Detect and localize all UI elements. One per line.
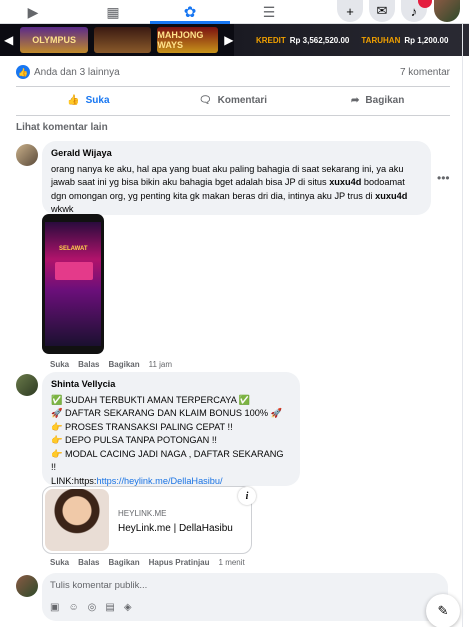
- reactions-summary[interactable]: 👍 Anda dan 3 lainnya 7 komentar: [16, 64, 450, 80]
- profile-avatar[interactable]: [434, 0, 460, 22]
- divider: [16, 115, 450, 116]
- credit-label: KREDIT: [256, 35, 286, 45]
- comment-icon: 🗨: [198, 94, 212, 106]
- comment-bubble: Gerald Wijaya orang nanya ke aku, hal ap…: [42, 141, 431, 215]
- comment-like-link[interactable]: Suka: [50, 360, 69, 369]
- comment-meta: Suka Balas Bagikan 11 jam: [50, 360, 172, 369]
- arrow-left-icon: ◀: [4, 33, 14, 47]
- link-preview-card[interactable]: HEYLINK.ME HeyLink.me | DellaHasibu: [42, 486, 252, 554]
- comment-meta: Suka Balas Bagikan Hapus Pratinjau 1 men…: [50, 558, 245, 567]
- game-banner-image: ◀ OLYMPUS MAHJONG WAYS ▶ KREDIT Rp 3,562…: [0, 24, 469, 56]
- store-icon[interactable]: ▦: [100, 0, 126, 24]
- divider: [16, 86, 450, 87]
- credit-panel: KREDIT Rp 3,562,520.00 TARUHAN Rp 1,200.…: [234, 24, 469, 56]
- comment-author[interactable]: Shinta Vellycia: [51, 378, 291, 392]
- comment-line: 👉 DEPO PULSA TANPA POTONGAN !!: [51, 435, 217, 445]
- composer-tools: ▣ ☺ ◎ ▤ ◈: [50, 602, 132, 613]
- comment-button[interactable]: 🗨 Komentari: [161, 88, 306, 112]
- link-prefix: LINK:https:: [51, 475, 97, 486]
- play-icon[interactable]: ▶: [20, 0, 46, 24]
- menu-icon[interactable]: ☰: [256, 0, 282, 24]
- comment-like-link[interactable]: Suka: [50, 558, 69, 567]
- sticker-icon[interactable]: ▣: [50, 602, 59, 613]
- video-banner: [55, 262, 93, 280]
- bet-value: Rp 1,200.00: [404, 35, 449, 45]
- comment-line: 🚀 DAFTAR SEKARANG DAN KLAIM BONUS 100% 🚀: [51, 408, 283, 418]
- comment-author[interactable]: Gerald Wijaya: [51, 147, 422, 161]
- thumbs-up-icon: 👍: [67, 94, 80, 106]
- messenger-icon[interactable]: ✉: [369, 0, 395, 22]
- comment-timestamp[interactable]: 1 menit: [219, 558, 245, 567]
- comment-line: 👉 PROSES TRANSAKSI PALING CEPAT !!: [51, 421, 233, 432]
- comments-count[interactable]: 7 komentar: [400, 67, 450, 78]
- comment-line: ✅ SUDAH TERBUKTI AMAN TERPERCAYA ✅: [51, 394, 251, 405]
- commenter-avatar[interactable]: [16, 374, 38, 396]
- comment-text-part: wkwk: [51, 204, 74, 214]
- like-button[interactable]: 👍 Suka: [16, 88, 161, 112]
- new-message-button[interactable]: ✎: [426, 594, 460, 627]
- comment-input[interactable]: Tulis komentar publik...: [50, 580, 147, 591]
- game-tile: MAHJONG WAYS: [157, 27, 219, 53]
- comment-url-link[interactable]: https://heylink.me/DellaHasibu/: [96, 476, 222, 486]
- game-tiles: ◀ OLYMPUS MAHJONG WAYS ▶: [0, 24, 234, 56]
- plus-icon[interactable]: +: [337, 0, 363, 22]
- avatar-sticker-icon[interactable]: ◈: [124, 602, 132, 613]
- comment-reply-link[interactable]: Balas: [78, 360, 99, 369]
- video-logo-text: SELAWAT: [59, 246, 88, 252]
- notification-badge: [418, 0, 432, 8]
- view-more-comments-link[interactable]: Lihat komentar lain: [16, 122, 108, 133]
- reactions-text[interactable]: Anda dan 3 lainnya: [34, 67, 120, 78]
- comment-text: orang nanya ke aku, hal apa yang buat ak…: [51, 163, 422, 217]
- credit-value: Rp 3,562,520.00: [289, 35, 350, 45]
- groups-icon[interactable]: ✿: [176, 0, 204, 24]
- comment-timestamp[interactable]: 11 jam: [149, 360, 172, 369]
- my-avatar[interactable]: [16, 575, 38, 597]
- camera-icon[interactable]: ◎: [88, 602, 97, 613]
- comment-bold-text: xuxu4d: [329, 177, 362, 187]
- share-icon: ➦: [351, 94, 360, 106]
- more-options-icon[interactable]: •••: [437, 171, 450, 185]
- game-tile: [94, 27, 152, 53]
- commenter-avatar[interactable]: [16, 144, 38, 166]
- comment-line: 👉 MODAL CACING JADI NAGA , DAFTAR SEKARA…: [51, 448, 284, 473]
- arrow-right-icon: ▶: [224, 33, 234, 47]
- comment-reply-link[interactable]: Balas: [78, 558, 99, 567]
- share-button[interactable]: ➦ Bagikan: [305, 88, 450, 112]
- gif-icon[interactable]: ▤: [105, 602, 114, 613]
- bet-label: TARUHAN: [361, 35, 401, 45]
- like-button-label: Suka: [85, 94, 110, 106]
- link-preview-domain: HEYLINK.ME: [118, 509, 167, 518]
- info-icon[interactable]: i: [238, 487, 256, 505]
- like-reaction-icon: 👍: [16, 65, 30, 79]
- post-actions: 👍 Suka 🗨 Komentari ➦ Bagikan: [16, 88, 450, 112]
- scrollbar-track[interactable]: [462, 24, 463, 627]
- edit-icon: ✎: [437, 603, 449, 618]
- remove-preview-link[interactable]: Hapus Pratinjau: [149, 558, 210, 567]
- comment-composer[interactable]: Tulis komentar publik... ▣ ☺ ◎ ▤ ◈: [42, 573, 448, 621]
- video-screen: SELAWAT: [45, 222, 101, 346]
- comment-video-thumbnail[interactable]: SELAWAT: [42, 214, 104, 354]
- comment-button-label: Komentari: [217, 94, 268, 106]
- comment-share-link[interactable]: Bagikan: [108, 360, 139, 369]
- link-preview-image: [45, 489, 109, 551]
- comment-bold-text: xuxu4d: [375, 190, 408, 201]
- game-tile: OLYMPUS: [19, 27, 89, 53]
- emoji-icon[interactable]: ☺: [68, 602, 78, 613]
- top-navigation-bar: ▶ ▦ ✿ ☰ + ✉ ♪: [0, 0, 469, 24]
- comment-bubble: Shinta Vellycia ✅ SUDAH TERBUKTI AMAN TE…: [42, 372, 300, 499]
- comment-share-link[interactable]: Bagikan: [108, 558, 139, 567]
- share-button-label: Bagikan: [365, 94, 405, 106]
- link-preview-title: HeyLink.me | DellaHasibu: [118, 523, 233, 534]
